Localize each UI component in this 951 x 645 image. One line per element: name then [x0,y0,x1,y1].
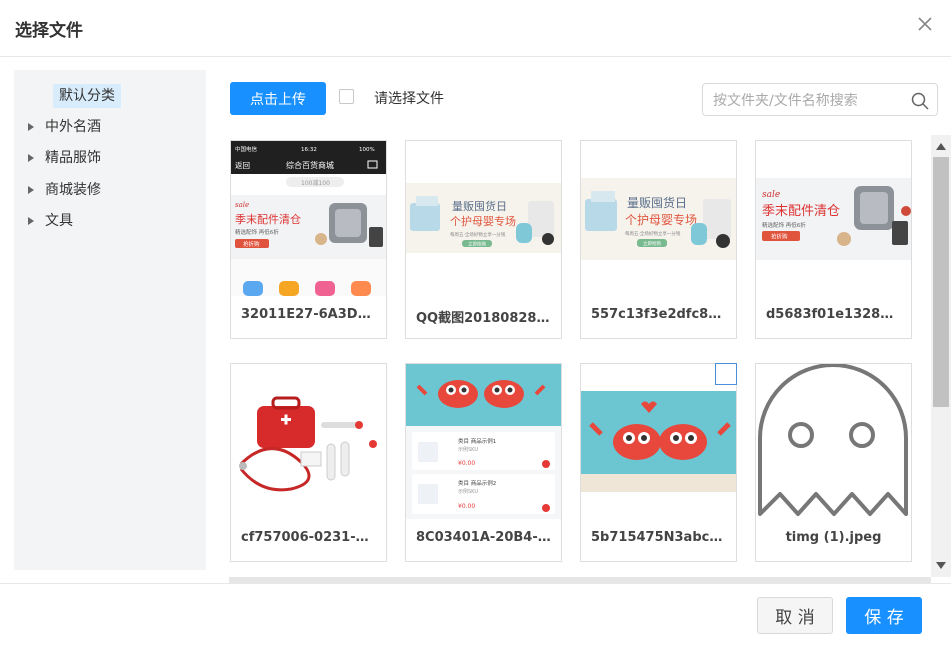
baby-button-text: 立即抢购 [468,241,486,248]
list-sku-text: 示例SKU [458,446,478,453]
category-label: 默认分类 [53,84,121,108]
file-card[interactable]: timg (1).jpeg [755,363,912,562]
list-sku-text: 示例SKU [458,488,478,495]
search-icon[interactable] [911,92,929,110]
sale-text: sale [762,190,780,200]
category-label: 商城装修 [45,182,101,198]
search-input[interactable] [711,90,905,112]
vertical-scrollbar[interactable] [931,135,951,577]
category-label: 文具 [45,213,73,229]
scroll-down-icon[interactable] [936,562,946,569]
file-name: cf757006-0231-4d... [241,530,386,545]
save-button[interactable]: 保 存 [846,597,922,634]
baby-button-text: 立即抢购 [643,240,661,247]
file-card[interactable]: sale 季末配件清仓 精选配饰 再低6折 抢折购 d5683f01e13285… [755,140,912,339]
select-file-label: 请选择文件 [374,91,444,107]
category-sidebar: 默认分类 中外名酒 精品服饰 商城装修 文具 [14,70,206,570]
file-thumbnail: 量贩囤货日 个护母婴专场 每周五·全场好物立享一分钱 立即抢购 [406,141,561,296]
baby-tag-text: 每周五·全场好物立享一分钱 [625,230,681,237]
scrollbar-thumb[interactable] [933,157,949,407]
sale-text: sale [235,201,249,209]
file-thumbnail [756,364,911,519]
ghost-placeholder-icon [756,364,911,519]
dialog-header: 选择文件 [0,0,951,57]
phone-title-text: 综合百货商城 [286,160,334,170]
phone-back-text: 返回 [235,161,250,170]
expand-arrow-icon[interactable] [28,186,34,194]
sale-title-text: 季末配件清仓 [235,212,301,226]
baby-tag-text: 每周五·全场好物立享一分钱 [450,231,506,238]
baby-sub-text: 个护母婴专场 [625,212,697,227]
list-item-text: 类目 商品示例2 [458,479,496,487]
sale-title-text: 季末配件清仓 [762,204,840,219]
close-icon[interactable] [915,14,935,34]
category-label: 精品服饰 [45,150,101,166]
baby-title-text: 量贩囤货日 [452,199,507,213]
upload-button[interactable]: 点击上传 [230,82,326,115]
file-card[interactable]: 中国电信 16:32 100% 返回 综合百货商城 100减100 sale 季… [230,140,387,339]
file-thumbnail [581,364,736,519]
sale-sub-text: 精选配饰 再低6折 [762,221,806,229]
file-name: d5683f01e1328512... [766,307,911,322]
phone-time-text: 16:32 [301,147,317,153]
file-card[interactable]: 量贩囤货日 个护母婴专场 每周五·全场好物立享一分钱 立即抢购 QQ截图2018… [405,140,562,339]
file-name: 557c13f3e2dfc867... [591,307,736,322]
file-name: 5b715475N3abcf7... [591,530,736,545]
cancel-button[interactable]: 取 消 [757,597,833,634]
file-card[interactable]: 5b715475N3abcf7... [580,363,737,562]
expand-arrow-icon[interactable] [28,217,34,225]
list-price-text: ¥0.00 [458,503,475,510]
file-card[interactable]: 量贩囤货日 个护母婴专场 每周五·全场好物立享一分钱 立即抢购 557c13f3… [580,140,737,339]
file-card[interactable]: 类目 商品示例1 示例SKU ¥0.00 类目 商品示例2 示例SKU ¥0.0… [405,363,562,562]
expand-arrow-icon[interactable] [28,154,34,162]
file-card[interactable]: cf757006-0231-4d... [230,363,387,562]
sale-button-text: 抢折购 [771,233,788,241]
file-name: 8C03401A-20B4-4... [416,530,561,545]
file-select-checkbox[interactable] [715,363,737,385]
list-price-text: ¥0.00 [458,460,475,467]
file-thumbnail [231,364,386,519]
category-label: 中外名酒 [45,119,101,135]
list-item-text: 类目 商品示例1 [458,437,496,445]
file-name: timg (1).jpeg [785,530,882,545]
phone-search-text: 100减100 [301,179,330,187]
baby-sub-text: 个护母婴专场 [450,214,516,228]
search-box [702,83,938,116]
scroll-up-icon[interactable] [936,143,946,150]
sale-button-text: 抢折购 [243,240,260,248]
select-all-checkbox[interactable] [339,89,354,104]
file-thumbnail: 中国电信 16:32 100% 返回 综合百货商城 100减100 sale 季… [231,141,386,296]
expand-arrow-icon[interactable] [28,123,34,131]
sale-sub-text: 精选配饰 再低6折 [235,228,279,236]
file-name: QQ截图201808281... [416,311,561,326]
file-grid: 中国电信 16:32 100% 返回 综合百货商城 100减100 sale 季… [229,135,931,577]
file-thumbnail: sale 季末配件清仓 精选配饰 再低6折 抢折购 [756,141,911,296]
dialog-title: 选择文件 [15,21,83,41]
phone-status-text: 中国电信 [235,145,258,153]
file-name: 32011E27-6A3D-4... [241,307,386,322]
file-thumbnail: 量贩囤货日 个护母婴专场 每周五·全场好物立享一分钱 立即抢购 [581,141,736,296]
phone-battery-text: 100% [359,147,375,153]
baby-title-text: 量贩囤货日 [627,195,687,210]
file-thumbnail: 类目 商品示例1 示例SKU ¥0.00 类目 商品示例2 示例SKU ¥0.0… [406,364,561,519]
